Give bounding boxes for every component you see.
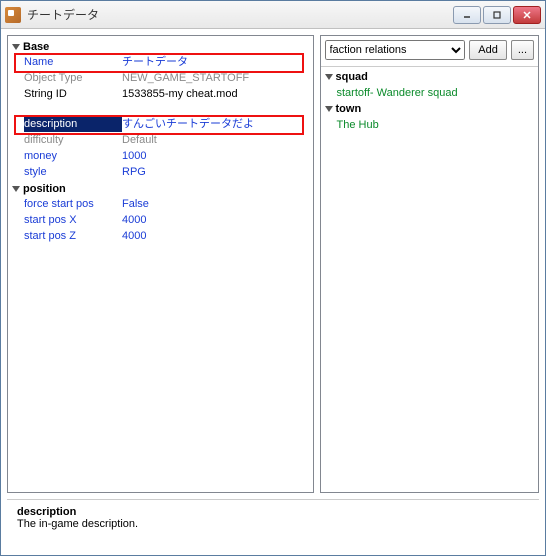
prop-object-type-label: Object Type xyxy=(24,70,122,86)
maximize-button[interactable] xyxy=(483,6,511,24)
prop-difficulty-row[interactable]: difficulty Default xyxy=(10,132,311,148)
spacer xyxy=(10,104,311,114)
prop-start-z-label: start pos Z xyxy=(24,228,122,244)
prop-style-value[interactable]: RPG xyxy=(122,164,309,180)
prop-force-start-value[interactable]: False xyxy=(122,196,309,212)
tree-town-header[interactable]: town xyxy=(323,101,537,117)
minimize-button[interactable] xyxy=(453,6,481,24)
tree-town-item[interactable]: The Hub xyxy=(323,117,537,133)
prop-force-start-row[interactable]: force start pos False xyxy=(10,196,311,212)
prop-difficulty-label: difficulty xyxy=(24,132,122,148)
content-area: Base Name チートデータ Object Type NEW_GAME_ST… xyxy=(1,29,545,555)
tree-town-label: town xyxy=(336,101,362,117)
footer-text: The in-game description. xyxy=(17,518,529,530)
upper-panes: Base Name チートデータ Object Type NEW_GAME_ST… xyxy=(7,35,539,493)
prop-name-value[interactable]: チートデータ xyxy=(122,54,309,70)
collapse-icon xyxy=(325,106,333,112)
prop-string-id-label: String ID xyxy=(24,86,122,102)
prop-start-x-row[interactable]: start pos X 4000 xyxy=(10,212,311,228)
reference-toolbar: faction relations Add ... xyxy=(321,36,539,66)
prop-object-type-row[interactable]: Object Type NEW_GAME_STARTOFF xyxy=(10,70,311,86)
prop-name-label: Name xyxy=(24,54,122,70)
description-footer: description The in-game description. xyxy=(7,499,539,549)
tree-squad-item-label: startoff- Wanderer squad xyxy=(337,85,458,101)
prop-start-z-value[interactable]: 4000 xyxy=(122,228,309,244)
group-misc: description すんごいチートデータだよ difficulty Defa… xyxy=(10,116,311,180)
prop-money-value[interactable]: 1000 xyxy=(122,148,309,164)
more-button[interactable]: ... xyxy=(511,40,534,60)
prop-description-value[interactable]: すんごいチートデータだよ xyxy=(122,116,309,132)
maximize-icon xyxy=(492,10,502,20)
titlebar[interactable]: チートデータ xyxy=(1,1,545,29)
app-window: チートデータ Base xyxy=(0,0,546,556)
prop-style-row[interactable]: style RPG xyxy=(10,164,311,180)
collapse-icon xyxy=(325,74,333,80)
close-button[interactable] xyxy=(513,6,541,24)
prop-name-row[interactable]: Name チートデータ xyxy=(10,54,311,70)
minimize-icon xyxy=(462,10,472,20)
prop-string-id-row[interactable]: String ID 1533855-my cheat.mod xyxy=(10,86,311,102)
group-position-label: position xyxy=(23,183,66,195)
window-title: チートデータ xyxy=(27,6,453,23)
prop-start-z-row[interactable]: start pos Z 4000 xyxy=(10,228,311,244)
group-position: position force start pos False start pos… xyxy=(10,182,311,244)
reference-tree: squad startoff- Wanderer squad town The … xyxy=(321,67,539,492)
reference-panel[interactable]: faction relations Add ... squad startoff… xyxy=(320,35,540,493)
prop-difficulty-value[interactable]: Default xyxy=(122,132,309,148)
collapse-icon xyxy=(12,186,20,192)
prop-object-type-value: NEW_GAME_STARTOFF xyxy=(122,70,309,86)
prop-money-label: money xyxy=(24,148,122,164)
group-position-header[interactable]: position xyxy=(10,182,311,196)
app-icon xyxy=(5,7,21,23)
prop-string-id-value: 1533855-my cheat.mod xyxy=(122,86,309,102)
tree-town-item-label: The Hub xyxy=(337,117,379,133)
prop-style-label: style xyxy=(24,164,122,180)
collapse-icon xyxy=(12,44,20,50)
property-grid-body: Base Name チートデータ Object Type NEW_GAME_ST… xyxy=(8,36,313,492)
prop-start-x-value[interactable]: 4000 xyxy=(122,212,309,228)
group-base-header[interactable]: Base xyxy=(10,40,311,54)
tree-squad-header[interactable]: squad xyxy=(323,69,537,85)
group-base-label: Base xyxy=(23,41,49,53)
prop-description-row[interactable]: description すんごいチートデータだよ xyxy=(10,116,311,132)
close-icon xyxy=(522,10,532,20)
tree-squad-item[interactable]: startoff- Wanderer squad xyxy=(323,85,537,101)
prop-force-start-label: force start pos xyxy=(24,196,122,212)
add-button[interactable]: Add xyxy=(469,40,507,60)
prop-description-label: description xyxy=(24,116,122,132)
tree-squad-label: squad xyxy=(336,69,368,85)
prop-start-x-label: start pos X xyxy=(24,212,122,228)
relation-select[interactable]: faction relations xyxy=(325,40,466,60)
footer-name: description xyxy=(17,506,529,518)
group-base: Base Name チートデータ Object Type NEW_GAME_ST… xyxy=(10,40,311,102)
window-controls xyxy=(453,6,541,24)
prop-money-row[interactable]: money 1000 xyxy=(10,148,311,164)
property-grid[interactable]: Base Name チートデータ Object Type NEW_GAME_ST… xyxy=(7,35,314,493)
